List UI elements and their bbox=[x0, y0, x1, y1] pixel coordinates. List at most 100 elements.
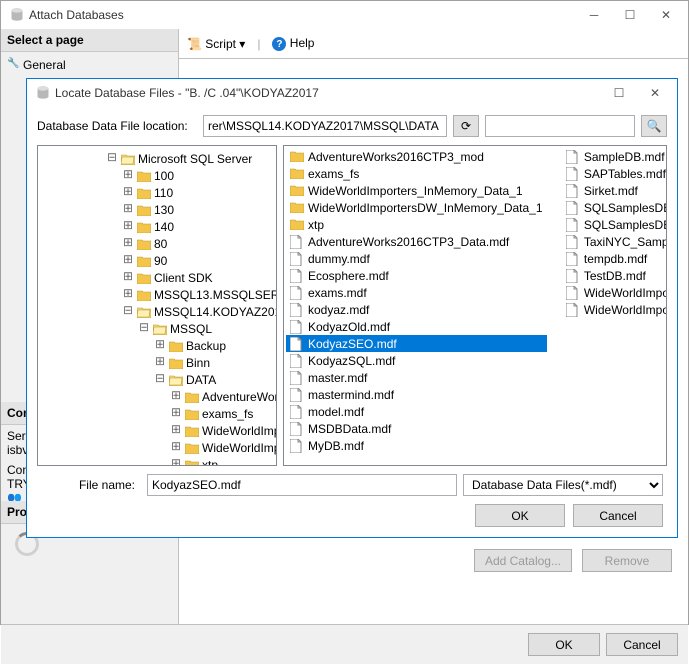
file-item[interactable]: SAPTables.mdf bbox=[562, 165, 667, 182]
folder-icon bbox=[169, 374, 183, 386]
sidebar-item-general[interactable]: General bbox=[7, 56, 172, 74]
file-item[interactable]: TestDB.mdf bbox=[562, 267, 667, 284]
expand-icon[interactable]: ⊞ bbox=[122, 170, 134, 181]
tree-node[interactable]: ⊟DATA bbox=[42, 371, 277, 388]
tree-node-label: xtp bbox=[202, 458, 218, 467]
file-item[interactable]: KodyazSQL.mdf bbox=[286, 352, 547, 369]
file-item[interactable]: AdventureWorks2016CTP3_mod bbox=[286, 148, 547, 165]
expand-icon[interactable]: ⊞ bbox=[170, 391, 182, 402]
tree-node[interactable]: ⊞100 bbox=[42, 167, 277, 184]
expand-icon[interactable]: ⊞ bbox=[122, 221, 134, 232]
expand-icon[interactable]: ⊞ bbox=[122, 187, 134, 198]
expand-icon[interactable]: ⊞ bbox=[122, 238, 134, 249]
expand-icon[interactable]: ⊞ bbox=[122, 204, 134, 215]
folder-icon bbox=[137, 255, 151, 267]
tree-node[interactable]: ⊟MSSQL bbox=[42, 320, 277, 337]
file-list[interactable]: AdventureWorks2016CTP3_modexams_fsWideWo… bbox=[283, 145, 667, 466]
folder-icon bbox=[169, 357, 183, 369]
dialog-ok-button[interactable]: OK bbox=[475, 504, 565, 527]
file-item[interactable]: AdventureWorks2016CTP3_Data.mdf bbox=[286, 233, 547, 250]
file-item[interactable]: WideWorldImportersDW bbox=[562, 301, 667, 318]
file-item[interactable]: exams.mdf bbox=[286, 284, 547, 301]
file-item[interactable]: master.mdf bbox=[286, 369, 547, 386]
dialog-maximize-button[interactable]: ☐ bbox=[601, 82, 637, 104]
location-input[interactable] bbox=[203, 115, 447, 137]
file-item-label: TaxiNYC_Sample.mdf bbox=[584, 235, 667, 249]
tree-node[interactable]: ⊞110 bbox=[42, 184, 277, 201]
tree-node[interactable]: ⊞ Client SDK bbox=[42, 269, 277, 286]
file-icon bbox=[290, 337, 304, 351]
collapse-icon[interactable]: ⊟ bbox=[138, 323, 150, 334]
folder-icon bbox=[137, 204, 151, 216]
expand-icon[interactable]: ⊞ bbox=[122, 255, 134, 266]
file-item[interactable]: mastermind.mdf bbox=[286, 386, 547, 403]
tree-node[interactable]: ⊞WideWorldImporters bbox=[42, 422, 277, 439]
file-item[interactable]: Sirket.mdf bbox=[562, 182, 667, 199]
expand-icon[interactable]: ⊞ bbox=[170, 425, 182, 436]
help-button[interactable]: ? Help bbox=[272, 36, 314, 52]
file-item[interactable]: dummy.mdf bbox=[286, 250, 547, 267]
file-item[interactable]: KodyazOld.mdf bbox=[286, 318, 547, 335]
tree-node[interactable]: ⊞130 bbox=[42, 201, 277, 218]
tree-node[interactable]: ⊞WideWorldImporters bbox=[42, 439, 277, 456]
file-item[interactable]: model.mdf bbox=[286, 403, 547, 420]
remove-button[interactable]: Remove bbox=[582, 549, 672, 572]
file-filter-select[interactable]: Database Data Files(*.mdf) bbox=[463, 474, 663, 496]
file-item[interactable]: xtp bbox=[286, 216, 547, 233]
tree-node[interactable]: ⊟Microsoft SQL Server bbox=[42, 150, 277, 167]
file-item[interactable]: WideWorldImportersDW_InMemory_Data_1 bbox=[286, 199, 547, 216]
file-item-label: KodyazSEO.mdf bbox=[308, 337, 397, 351]
expand-icon[interactable]: ⊞ bbox=[122, 272, 134, 283]
expand-icon[interactable]: ⊞ bbox=[122, 289, 134, 300]
file-item[interactable]: Ecosphere.mdf bbox=[286, 267, 547, 284]
tree-node[interactable]: ⊞ xtp bbox=[42, 456, 277, 466]
expand-icon[interactable]: ⊞ bbox=[170, 408, 182, 419]
file-item[interactable]: KodyazSEO.mdf bbox=[286, 335, 547, 352]
file-item[interactable]: SQLSamplesDB_new.mdf bbox=[562, 216, 667, 233]
search-input[interactable] bbox=[485, 115, 635, 137]
collapse-icon[interactable]: ⊟ bbox=[106, 153, 118, 164]
file-item[interactable]: TaxiNYC_Sample.mdf bbox=[562, 233, 667, 250]
file-item[interactable]: exams_fs bbox=[286, 165, 547, 182]
tree-node[interactable]: ⊞Backup bbox=[42, 337, 277, 354]
expand-icon[interactable]: ⊞ bbox=[154, 357, 166, 368]
expand-icon[interactable]: ⊞ bbox=[170, 459, 182, 466]
file-icon bbox=[290, 439, 304, 453]
expand-icon[interactable]: ⊞ bbox=[170, 442, 182, 453]
file-item[interactable]: MSDBData.mdf bbox=[286, 420, 547, 437]
script-dropdown[interactable]: 📜 Script ▾ bbox=[187, 37, 245, 51]
search-button[interactable]: 🔍 bbox=[641, 115, 667, 137]
tree-node[interactable]: ⊞Binn bbox=[42, 354, 277, 371]
dialog-cancel-button[interactable]: Cancel bbox=[573, 504, 663, 527]
file-item[interactable]: WideWorldImporters.mdf bbox=[562, 284, 667, 301]
tree-node[interactable]: ⊞80 bbox=[42, 235, 277, 252]
collapse-icon[interactable]: ⊟ bbox=[154, 374, 166, 385]
file-name-input[interactable] bbox=[147, 474, 457, 496]
file-item[interactable]: WideWorldImporters_InMemory_Data_1 bbox=[286, 182, 547, 199]
tree-node-label: Client SDK bbox=[154, 271, 213, 285]
file-item[interactable]: kodyaz.mdf bbox=[286, 301, 547, 318]
expand-icon[interactable]: ⊞ bbox=[154, 340, 166, 351]
collapse-icon[interactable]: ⊟ bbox=[122, 306, 134, 317]
window-title: Attach Databases bbox=[25, 8, 576, 22]
cancel-button[interactable]: Cancel bbox=[606, 633, 678, 656]
dialog-close-button[interactable]: ✕ bbox=[637, 82, 673, 104]
tree-node[interactable]: ⊟MSSQL14.KODYAZ2017 bbox=[42, 303, 277, 320]
folder-tree[interactable]: ⊟Microsoft SQL Server⊞100⊞110⊞130⊞140⊞80… bbox=[37, 145, 277, 466]
file-item-label: AdventureWorks2016CTP3_mod bbox=[308, 150, 484, 164]
tree-node[interactable]: ⊞AdventureWorks bbox=[42, 388, 277, 405]
file-item[interactable]: MyDB.mdf bbox=[286, 437, 547, 454]
file-item[interactable]: tempdb.mdf bbox=[562, 250, 667, 267]
file-item[interactable]: SampleDB.mdf bbox=[562, 148, 667, 165]
minimize-button[interactable]: ─ bbox=[576, 4, 612, 26]
close-button[interactable]: ✕ bbox=[648, 4, 684, 26]
add-catalog-button[interactable]: Add Catalog... bbox=[474, 549, 572, 572]
tree-node[interactable]: ⊞140 bbox=[42, 218, 277, 235]
tree-node[interactable]: ⊞exams_fs bbox=[42, 405, 277, 422]
ok-button[interactable]: OK bbox=[528, 633, 600, 656]
file-item[interactable]: SQLSamplesDB.mdf bbox=[562, 199, 667, 216]
maximize-button[interactable]: ☐ bbox=[612, 4, 648, 26]
refresh-button[interactable]: ⟳ bbox=[453, 115, 479, 137]
tree-node[interactable]: ⊞90 bbox=[42, 252, 277, 269]
tree-node[interactable]: ⊞MSSQL13.MSSQLSERVER bbox=[42, 286, 277, 303]
